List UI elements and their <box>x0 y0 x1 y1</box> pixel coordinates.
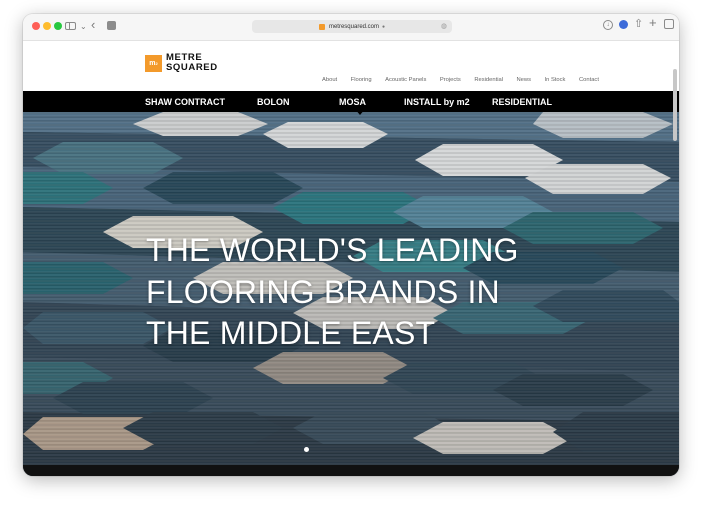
browser-window: ⌄ ‹ metresquared.com ● ◍ ↓ ⇧ + m2 METRE … <box>23 14 679 476</box>
web-page: m2 METRE SQUARED About Flooring Acoustic… <box>23 41 679 476</box>
brand-bolon[interactable]: BOLON <box>257 97 290 107</box>
logo-mark-sup: 2 <box>155 60 158 66</box>
zoom-window-button[interactable] <box>54 22 62 30</box>
new-tab-icon[interactable]: + <box>649 16 657 30</box>
carousel-dot[interactable] <box>304 447 309 452</box>
nav-residential[interactable]: Residential <box>474 77 503 83</box>
browser-toolbar: ⌄ ‹ metresquared.com ● ◍ ↓ ⇧ + <box>23 14 679 41</box>
site-logo[interactable]: m2 METRE SQUARED <box>145 53 218 73</box>
nav-news[interactable]: News <box>517 77 532 83</box>
minimize-window-button[interactable] <box>43 22 51 30</box>
nav-contact[interactable]: Contact <box>579 77 599 83</box>
nav-about[interactable]: About <box>322 77 337 83</box>
sidebar-icon[interactable] <box>65 22 76 30</box>
close-window-button[interactable] <box>32 22 40 30</box>
page-scrollbar[interactable] <box>673 69 677 141</box>
logo-text: METRE SQUARED <box>166 53 218 73</box>
brand-bar: SHAW CONTRACT BOLON MOSA INSTALL by m2 R… <box>23 91 679 112</box>
nav-flooring[interactable]: Flooring <box>351 77 372 83</box>
brand-install-by-m2[interactable]: INSTALL by m2 <box>404 97 470 107</box>
hero-bottom-strip <box>23 465 679 476</box>
back-icon[interactable]: ‹ <box>91 18 95 32</box>
hero-line-2: FLOORING BRANDS IN <box>146 273 500 310</box>
address-bar[interactable]: metresquared.com ● ◍ <box>252 20 452 33</box>
hero-headline: THE WORLD'S LEADING FLOORING BRANDS IN T… <box>146 230 519 355</box>
logo-line-2: SQUARED <box>166 62 218 73</box>
brand-residential[interactable]: RESIDENTIAL <box>492 97 552 107</box>
favicon-icon <box>318 23 325 30</box>
extension-icon[interactable] <box>619 20 628 29</box>
tab-overview-icon[interactable] <box>664 19 674 29</box>
site-header: m2 METRE SQUARED About Flooring Acoustic… <box>23 41 679 91</box>
url-text: metresquared.com <box>328 23 379 30</box>
lock-icon: ● <box>382 23 386 30</box>
share-icon[interactable]: ⇧ <box>634 17 643 31</box>
hero-line-1: THE WORLD'S LEADING <box>146 232 519 268</box>
hero-banner: THE WORLD'S LEADING FLOORING BRANDS IN T… <box>23 112 679 476</box>
brand-shaw-contract[interactable]: SHAW CONTRACT <box>145 97 225 107</box>
logo-mark: m2 <box>145 54 162 72</box>
active-brand-caret <box>355 109 365 115</box>
nav-in-stock[interactable]: In Stock <box>545 77 566 83</box>
privacy-shield-icon[interactable]: ◍ <box>441 22 447 30</box>
tab-group-icon[interactable] <box>107 21 116 30</box>
nav-projects[interactable]: Projects <box>440 77 461 83</box>
nav-acoustic-panels[interactable]: Acoustic Panels <box>385 77 426 83</box>
download-icon[interactable]: ↓ <box>603 20 613 30</box>
main-nav: About Flooring Acoustic Panels Projects … <box>322 77 612 83</box>
chevron-down-icon[interactable]: ⌄ <box>80 20 87 34</box>
hero-line-3: THE MIDDLE EAST <box>146 315 436 351</box>
brand-mosa[interactable]: MOSA <box>339 97 366 107</box>
